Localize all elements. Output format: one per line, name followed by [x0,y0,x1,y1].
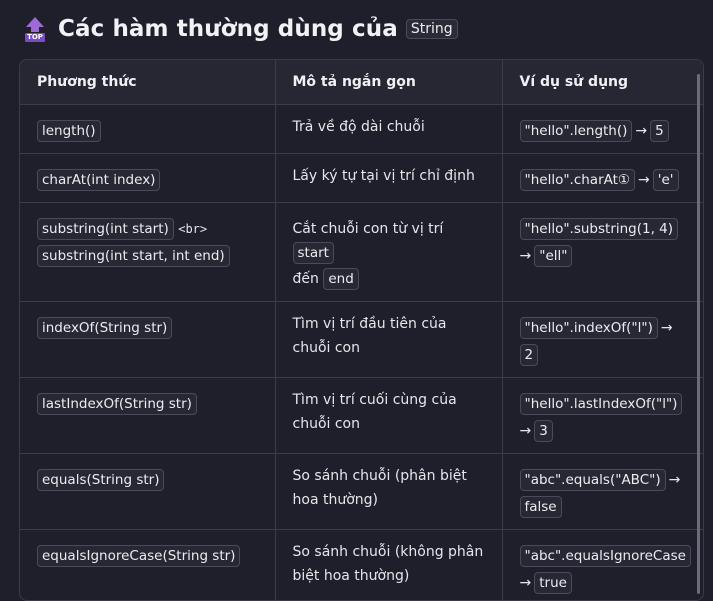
method-code: lastIndexOf(String str) [37,393,197,415]
header-example: Ví dụ sử dụng [502,60,703,105]
example-result: 5 [650,120,669,142]
method-code: substring(int start) [37,218,174,240]
example-code: "abc".equals("ABC") [520,469,666,491]
example-result: "ell" [534,245,572,267]
example-result: true [534,572,572,594]
br-text: <br> [178,222,207,236]
example-code: "hello".length() [520,120,633,142]
method-code: equals(String str) [37,469,164,491]
example-code: "hello".substring(1, 4) [520,218,679,240]
example-code: "hello".charAt① [520,169,636,191]
example-result: 3 [534,420,553,442]
arrow: → [520,423,535,439]
methods-table: Phương thức Mô tả ngắn gọn Ví dụ sử dụng… [19,59,704,601]
header-method: Phương thức [20,60,275,105]
example-code: "hello".indexOf("l") [520,317,658,339]
top-arrow-icon: TOP [24,15,46,43]
example-result: 2 [520,344,539,366]
table-scrollbar[interactable] [697,74,700,594]
desc-code: end [323,268,358,290]
page-title: Các hàm thường dùng của [58,16,398,42]
table-row: equalsIgnoreCase(String str) So sánh chu… [20,530,703,601]
header-description: Mô tả ngắn gọn [275,60,502,105]
table-header-row: Phương thức Mô tả ngắn gọn Ví dụ sử dụng [20,60,703,105]
table-row: length() Trả về độ dài chuỗi "hello".len… [20,105,703,154]
method-code: charAt(int index) [37,169,160,191]
example-code: "hello".lastIndexOf("l") [520,393,683,415]
arrow: → [666,472,684,488]
table-row: charAt(int index) Lấy ký tự tại vị trí c… [20,154,703,203]
method-code: indexOf(String str) [37,317,172,339]
row-description: Lấy ký tự tại vị trí chỉ định [293,168,475,184]
row-description: Tìm vị trí cuối cùng của chuỗi con [293,392,457,432]
example-result: 'e' [653,169,679,191]
example-result: false [520,496,562,518]
row-description: Trả về độ dài chuỗi [293,119,425,135]
title-code: String [406,19,458,39]
arrow: → [658,320,676,336]
example-code: "abc".equalsIgnoreCase [520,545,691,567]
arrow: → [520,248,535,264]
arrow: → [520,575,535,591]
page-heading: TOP Các hàm thường dùng của String [24,12,458,46]
method-code: length() [37,120,101,142]
table-row: substring(int start) <br> substring(int s… [20,203,703,302]
row-description: đến [293,271,319,287]
row-description: Cắt chuỗi con từ vị trí [293,221,444,237]
desc-code: start [293,242,334,264]
method-code: equalsIgnoreCase(String str) [37,545,240,567]
table-row: equals(String str) So sánh chuỗi (phân b… [20,454,703,530]
row-description: Tìm vị trí đầu tiên của chuỗi con [293,316,447,356]
table-row: indexOf(String str) Tìm vị trí đầu tiên … [20,302,703,378]
arrow: → [635,172,653,188]
method-code: substring(int start, int end) [37,245,230,267]
table-row: lastIndexOf(String str) Tìm vị trí cuối … [20,378,703,454]
row-description: So sánh chuỗi (phân biệt hoa thường) [293,468,467,508]
arrow: → [632,123,650,139]
row-description: So sánh chuỗi (không phân biệt hoa thườn… [293,544,484,584]
